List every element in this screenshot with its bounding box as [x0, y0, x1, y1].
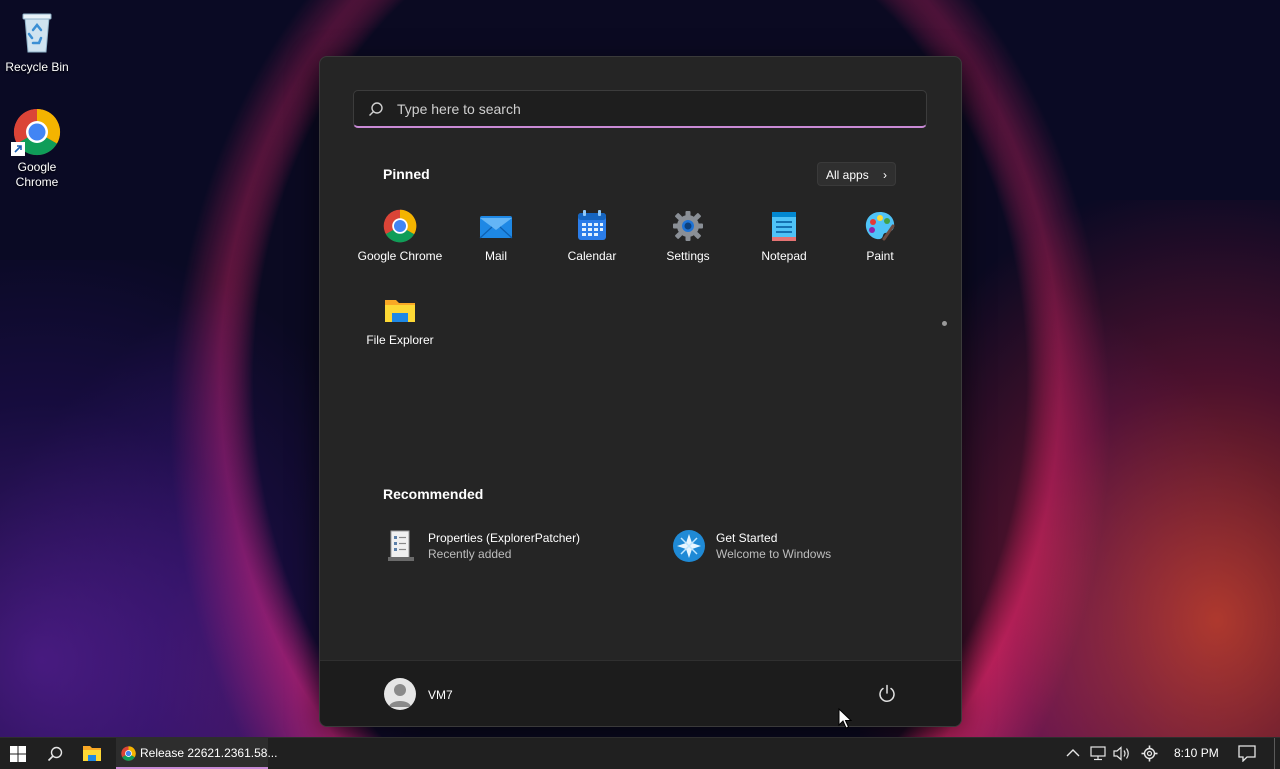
taskbar-file-explorer[interactable]	[74, 738, 110, 769]
pinned-app-settings[interactable]: Settings	[640, 209, 736, 263]
folder-icon	[383, 293, 417, 327]
desktop-icon-google-chrome[interactable]: Google Chrome	[0, 108, 74, 190]
start-menu: Type here to search Pinned All apps › Go…	[319, 56, 962, 727]
recommended-item-get-started[interactable]: Get Started Welcome to Windows	[672, 527, 932, 567]
pinned-app-file-explorer[interactable]: File Explorer	[352, 293, 448, 347]
taskbar: Release 22621.2361.58... 8:10 PM	[0, 737, 1280, 769]
pinned-app-mail[interactable]: Mail	[448, 209, 544, 263]
show-desktop-button[interactable]	[1274, 738, 1275, 769]
recommended-item-name: Get Started	[716, 531, 778, 545]
recommended-item-subtitle: Welcome to Windows	[716, 547, 832, 561]
search-input[interactable]: Type here to search	[353, 90, 927, 128]
app-label: Calendar	[567, 249, 617, 263]
windows-logo-icon	[10, 746, 26, 762]
recycle-bin-icon	[13, 8, 61, 56]
pinned-app-google-chrome[interactable]: Google Chrome	[352, 209, 448, 263]
taskbar-clock[interactable]: 8:10 PM	[1174, 746, 1219, 760]
user-avatar[interactable]	[384, 678, 416, 710]
chrome-icon	[383, 209, 417, 243]
paint-icon	[863, 209, 897, 243]
all-apps-button[interactable]: All apps ›	[817, 162, 896, 186]
pinned-app-calendar[interactable]: Calendar	[544, 209, 640, 263]
mouse-cursor-icon	[838, 708, 852, 729]
start-button[interactable]	[0, 738, 36, 769]
gear-icon[interactable]	[1141, 745, 1158, 762]
properties-icon	[384, 529, 418, 563]
app-label: Settings	[666, 249, 710, 263]
desktop-icon-label: Google Chrome	[15, 160, 59, 189]
recommended-title: Recommended	[383, 486, 484, 502]
search-icon	[369, 102, 383, 116]
user-icon	[389, 684, 411, 707]
start-menu-footer: VM7	[320, 660, 961, 726]
pinned-title: Pinned	[383, 166, 430, 182]
pinned-app-notepad[interactable]: Notepad	[736, 209, 832, 263]
taskbar-search-button[interactable]	[37, 738, 73, 769]
desktop-icon-label: Recycle Bin	[5, 60, 69, 74]
recommended-item-name: Properties (ExplorerPatcher)	[428, 531, 581, 545]
search-icon	[47, 746, 63, 762]
taskbar-window-title: Release 22621.2361.58...	[140, 746, 278, 760]
user-name[interactable]: VM7	[428, 688, 453, 702]
page-indicator-dot[interactable]	[942, 321, 947, 326]
app-label: Google Chrome	[357, 249, 443, 263]
chrome-icon	[121, 746, 136, 761]
search-placeholder: Type here to search	[397, 101, 521, 117]
get-started-icon	[672, 529, 706, 563]
folder-icon	[83, 746, 101, 761]
calendar-icon	[575, 209, 609, 243]
notification-center-icon[interactable]	[1238, 745, 1256, 762]
power-icon	[879, 684, 895, 702]
chevron-up-icon[interactable]	[1066, 748, 1080, 758]
app-label: Mail	[484, 249, 507, 263]
shortcut-arrow-icon	[11, 142, 25, 156]
desktop-icon-recycle-bin[interactable]: Recycle Bin	[0, 8, 74, 75]
mail-icon	[479, 209, 513, 243]
settings-gear-icon	[671, 209, 705, 243]
power-button[interactable]	[876, 683, 898, 705]
network-icon[interactable]	[1090, 746, 1106, 761]
notepad-icon	[767, 209, 801, 243]
recommended-item-properties[interactable]: Properties (ExplorerPatcher) Recently ad…	[384, 527, 644, 567]
recommended-item-subtitle: Recently added	[428, 547, 512, 561]
chrome-icon	[11, 108, 61, 156]
taskbar-chrome-window[interactable]: Release 22621.2361.58...	[116, 738, 277, 769]
pinned-app-paint[interactable]: Paint	[832, 209, 928, 263]
app-label: Paint	[866, 249, 894, 263]
chevron-right-icon: ›	[883, 168, 887, 182]
volume-icon[interactable]	[1113, 746, 1131, 761]
app-label: Notepad	[761, 249, 807, 263]
app-label: File Explorer	[366, 333, 434, 347]
all-apps-label: All apps	[826, 168, 869, 182]
